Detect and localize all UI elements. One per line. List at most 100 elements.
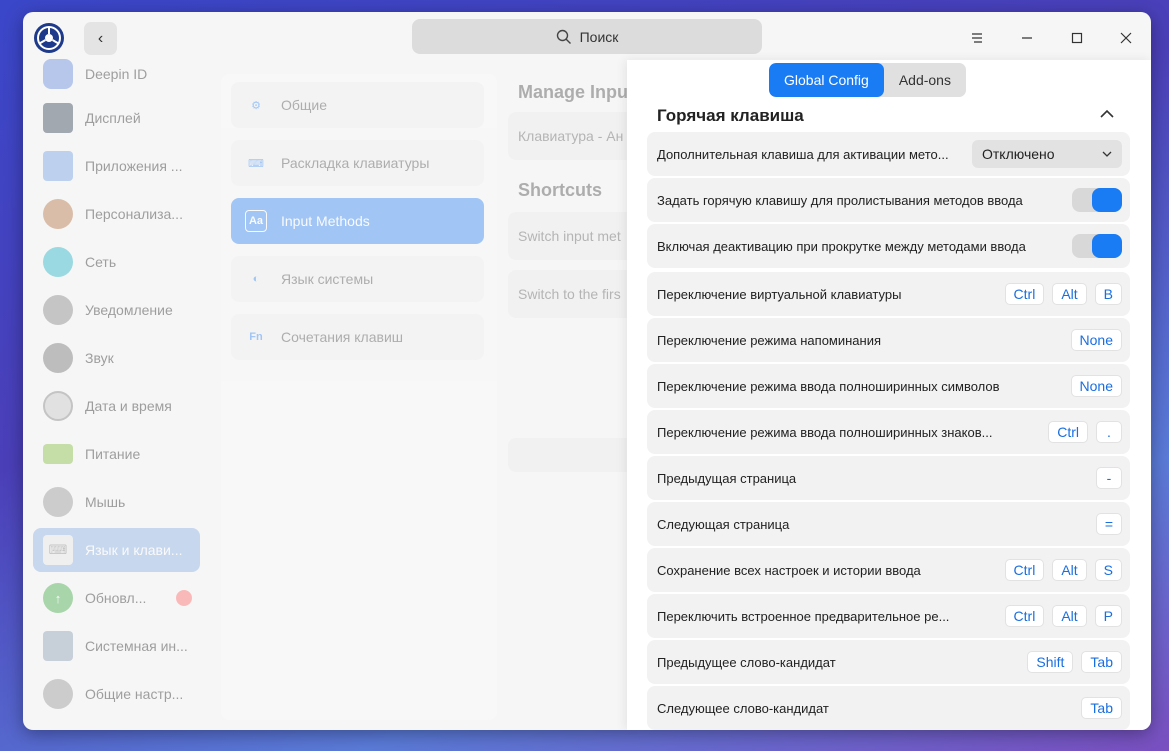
deactivation-toggle[interactable] (1072, 234, 1122, 258)
subcategory-label: Input Methods (281, 213, 370, 229)
shortcut-row: Переключение виртуальной клавиатуры Ctrl… (647, 272, 1130, 316)
minimize-icon (1022, 37, 1032, 39)
clock-icon (43, 391, 73, 421)
scroll-hotkey-toggle[interactable] (1072, 188, 1122, 212)
sidebar-item-system-info[interactable]: Системная ин... (33, 624, 200, 668)
sidebar-item-deepin-id[interactable]: Deepin ID (33, 52, 200, 96)
row-label: Сохранение всех настроек и истории ввода (657, 562, 921, 578)
sidebar-item-label: Питание (85, 446, 141, 462)
collapse-button[interactable] (1097, 104, 1117, 124)
subcategory-keyboard-layout[interactable]: ⌨ Раскладка клавиатуры (231, 140, 484, 186)
key-cap: Ctrl (1004, 559, 1045, 581)
sidebar-item-personalization[interactable]: Персонализа... (33, 192, 200, 236)
section-title: Горячая клавиша (657, 106, 804, 125)
shortcut-row: Переключение режима ввода полноширинных … (647, 410, 1130, 454)
sidebar-item-datetime[interactable]: Дата и время (33, 384, 200, 428)
system-info-icon (43, 631, 73, 661)
general-settings-icon (43, 679, 73, 709)
deepin-logo-icon (33, 22, 65, 54)
apps-icon (43, 151, 73, 181)
sidebar-item-network[interactable]: Сеть (33, 240, 200, 284)
minimize-button[interactable] (1015, 26, 1039, 50)
sidebar-item-display[interactable]: Дисплей (33, 96, 200, 140)
display-icon (43, 103, 73, 133)
key-cap: Ctrl (1004, 283, 1045, 305)
network-icon (43, 247, 73, 277)
search-icon (556, 29, 571, 44)
scroll-hotkey-row: Задать горячую клавишу для пролистывания… (647, 178, 1130, 222)
palette-icon (43, 199, 73, 229)
shortcut-row: Переключение режима напоминания None (647, 318, 1130, 362)
sidebar-item-label: Системная ин... (85, 638, 188, 654)
search-input[interactable]: Поиск (412, 19, 762, 54)
subcategory-system-language[interactable]: ◐ Язык системы (231, 256, 484, 302)
sidebar-item-notifications[interactable]: Уведомление (33, 288, 200, 332)
subcategory-input-methods[interactable]: Aa Input Methods (231, 198, 484, 244)
shortcut-keys[interactable]: Ctrl Alt B (1004, 283, 1122, 305)
globe-icon: ◐ (252, 273, 260, 285)
key-cap: B (1094, 283, 1122, 305)
sidebar-item-label: Язык и клави... (85, 542, 183, 558)
subcategory-shortcuts[interactable]: Fn Сочетания клавиш (231, 314, 484, 360)
key-cap: Shift (1027, 651, 1074, 673)
tab-global-config[interactable]: Global Config (769, 63, 884, 97)
shortcut-keys[interactable]: - (1096, 467, 1122, 489)
input-methods-icon: Aa (245, 210, 267, 232)
tab-addons[interactable]: Add-ons (884, 63, 966, 97)
close-icon (1120, 32, 1132, 44)
key-cap: S (1094, 559, 1122, 581)
input-method-config-panel: Global Config Add-ons Горячая клавиша До… (627, 60, 1151, 730)
sidebar-item-label: Звук (85, 350, 114, 366)
sidebar-item-power[interactable]: Питание (33, 432, 200, 476)
close-button[interactable] (1114, 26, 1138, 50)
sidebar-item-mouse[interactable]: Мышь (33, 480, 200, 524)
shortcut-row: Переключение режима ввода полноширинных … (647, 364, 1130, 408)
sidebar-item-label: Общие настр... (85, 686, 184, 702)
key-cap: = (1095, 513, 1122, 535)
sidebar-item-label: Персонализа... (85, 206, 183, 222)
chevron-down-icon (1102, 151, 1112, 157)
shortcut-keys[interactable]: Ctrl . (1048, 421, 1122, 443)
key-cap: Tab (1081, 651, 1122, 673)
subcategory-general[interactable]: ⚙ Общие (231, 82, 484, 128)
sidebar-item-label: Сеть (85, 254, 117, 270)
subcategory-label: Сочетания клавиш (281, 329, 403, 345)
shortcut-keys[interactable]: None (1070, 329, 1122, 351)
activation-key-select[interactable]: Отключено (972, 140, 1122, 168)
subcategory-label: Раскладка клавиатуры (281, 155, 430, 171)
deactivation-row: Включая деактивацию при прокрутке между … (647, 224, 1130, 268)
row-label: Предыдущая страница (657, 470, 797, 486)
shortcut-keys[interactable]: None (1070, 375, 1122, 397)
key-cap: None (1070, 375, 1122, 397)
menu-icon (972, 33, 982, 43)
shortcut-keys[interactable]: Shift Tab (1027, 651, 1122, 673)
shortcut-keys[interactable]: = (1095, 513, 1122, 535)
row-label: Переключение режима напоминания (657, 332, 882, 348)
activation-key-row: Дополнительная клавиша для активации мет… (647, 132, 1130, 176)
settings-window: ‹ Поиск Deepin ID Дисплей Приложения ... (23, 12, 1151, 730)
sidebar-item-apps[interactable]: Приложения ... (33, 144, 200, 188)
key-cap: Tab (1081, 697, 1122, 719)
update-icon: ↑ (43, 583, 73, 613)
keyboard-icon: ⌨ (43, 535, 73, 565)
menu-button[interactable] (965, 26, 989, 50)
sidebar-item-update[interactable]: ↑ Обновл... (33, 576, 200, 620)
subcategory-panel: ⚙ Общие ⌨ Раскладка клавиатуры Aa Input … (221, 74, 497, 720)
key-cap: - (1096, 467, 1122, 489)
shortcut-keys[interactable]: Ctrl Alt S (1004, 559, 1122, 581)
row-label: Предыдущее слово-кандидат (657, 654, 836, 670)
sidebar-item-language-keyboard[interactable]: ⌨ Язык и клави... (33, 528, 200, 572)
maximize-button[interactable] (1065, 26, 1089, 50)
sidebar-item-label: Дата и время (85, 398, 172, 414)
sidebar-item-general-settings[interactable]: Общие настр... (33, 672, 200, 716)
row-label: Следующая страница (657, 516, 790, 532)
shortcut-keys[interactable]: Tab (1081, 697, 1122, 719)
back-button[interactable]: ‹ (84, 22, 117, 55)
row-label: Задать горячую клавишу для пролистывания… (657, 192, 1023, 208)
sidebar-item-label: Мышь (85, 494, 126, 510)
key-cap: Alt (1052, 605, 1087, 627)
chevron-up-icon (1100, 109, 1114, 118)
shortcut-keys[interactable]: Ctrl Alt P (1004, 605, 1122, 627)
sidebar-item-sound[interactable]: Звук (33, 336, 200, 380)
keyboard-layout-icon: ⌨ (248, 157, 264, 170)
